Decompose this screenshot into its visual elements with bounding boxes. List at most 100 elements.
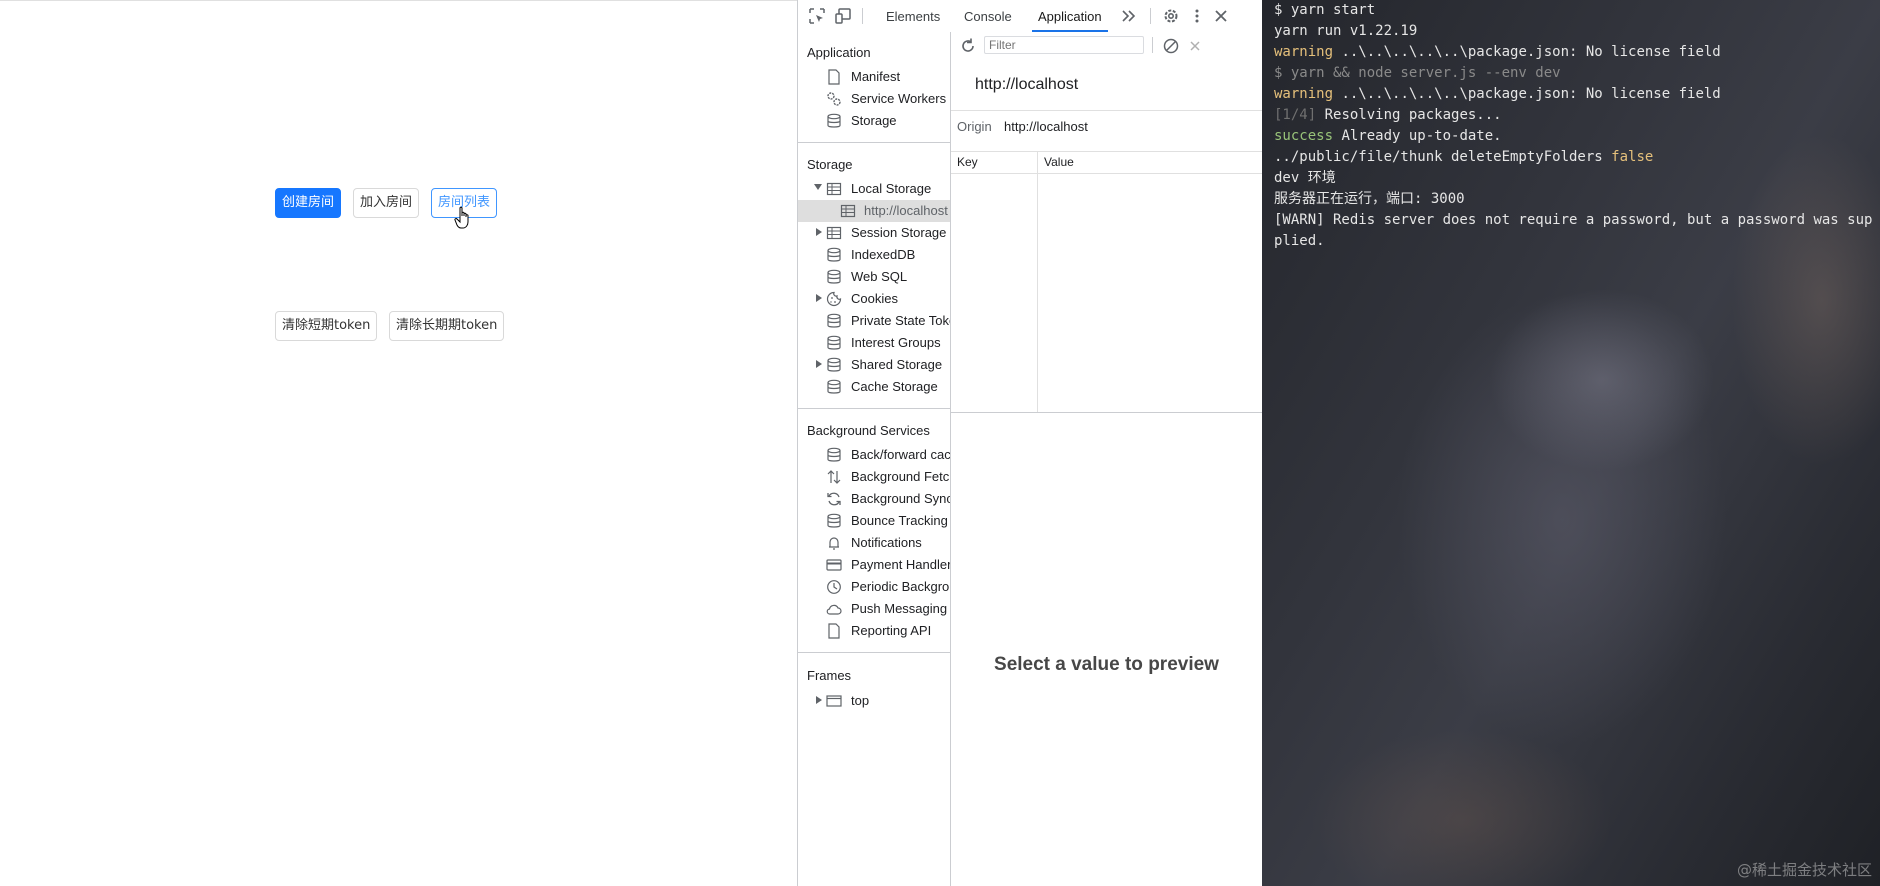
terminal-line: warning ..\..\..\..\..\package.json: No … <box>1274 42 1874 63</box>
warning-keyword: warning <box>1274 44 1334 60</box>
expand-arrow-icon[interactable] <box>816 294 822 302</box>
storage-toolbar <box>951 32 1262 60</box>
sidebar-item-background-fetch[interactable]: Background Fetch <box>798 466 950 488</box>
expand-arrow-icon[interactable] <box>816 360 822 368</box>
file-icon <box>828 69 840 85</box>
sidebar-item-label: Private State Tokens <box>851 313 950 328</box>
sidebar-item-background-sync[interactable]: Background Sync <box>798 488 950 510</box>
sidebar-item-indexeddb[interactable]: IndexedDB <box>798 244 950 266</box>
sidebar-item-manifest[interactable]: Manifest <box>798 66 950 88</box>
sidebar-item-label: Push Messaging <box>851 601 948 616</box>
clear-long-token-button[interactable]: 清除长期期token <box>389 311 505 341</box>
sidebar-item-label: Cache Storage <box>851 379 938 394</box>
sidebar-item-label: Storage <box>851 113 897 128</box>
filter-input[interactable] <box>984 36 1144 54</box>
cloud-icon <box>826 604 842 615</box>
local-storage-view: http://localhost Origin http://localhost… <box>951 32 1262 886</box>
sidebar-item-label: Background Sync <box>851 491 951 506</box>
sidebar-item-storage[interactable]: Storage <box>798 110 950 132</box>
sidebar-item-label: Interest Groups <box>851 335 941 350</box>
terminal-line: ../public/file/thunk deleteEmptyFolders … <box>1274 147 1874 168</box>
application-sidebar: Application Manifest Service Workers Sto… <box>798 32 951 886</box>
sidebar-item-label: Local Storage <box>851 181 932 196</box>
delete-selected-icon[interactable] <box>1186 37 1204 55</box>
sidebar-item-label: Back/forward cache <box>851 447 951 462</box>
sidebar-item-notifications[interactable]: Notifications <box>798 532 950 554</box>
step-counter: [1/4] <box>1274 107 1317 123</box>
terminal-line: $ yarn && node server.js --env dev <box>1274 65 1561 81</box>
sidebar-item-label: Reporting API <box>851 623 932 638</box>
cookie-icon <box>826 291 842 307</box>
tab-console[interactable]: Console <box>958 0 1018 32</box>
sidebar-item-label: IndexedDB <box>851 247 916 262</box>
web-page: 创建房间 加入房间 房间列表 清除短期token 清除长期期token <box>0 0 797 886</box>
sidebar-item-label: Payment Handler <box>851 557 951 572</box>
tab-elements[interactable]: Elements <box>880 0 946 32</box>
sidebar-item-shared-storage[interactable]: Shared Storage <box>798 354 950 376</box>
value-column-header[interactable]: Value <box>1044 155 1074 169</box>
false-keyword: false <box>1611 149 1654 165</box>
sidebar-item-label: Manifest <box>851 69 901 84</box>
sidebar-item-back-forward-cache[interactable]: Back/forward cache <box>798 444 950 466</box>
key-column-header[interactable]: Key <box>957 155 978 169</box>
device-toolbar-icon[interactable] <box>834 7 852 25</box>
success-keyword: success <box>1274 128 1334 144</box>
sidebar-item-web-sql[interactable]: Web SQL <box>798 266 950 288</box>
sidebar-item-reporting-api[interactable]: Reporting API <box>798 620 950 642</box>
preview-placeholder: Select a value to preview <box>994 654 1219 675</box>
up-down-arrows-icon <box>827 470 841 484</box>
sidebar-item-label: Periodic Background Sync <box>851 579 950 594</box>
sidebar-item-push-messaging[interactable]: Push Messaging <box>798 598 950 620</box>
clear-short-token-button[interactable]: 清除短期token <box>275 311 378 341</box>
origin-title: http://localhost <box>975 76 1079 93</box>
terminal-window[interactable]: $ yarn start yarn run v1.22.19 warning .… <box>1262 0 1880 886</box>
create-room-button[interactable]: 创建房间 <box>275 188 342 218</box>
sidebar-item-label: Web SQL <box>851 269 908 284</box>
terminal-line-rest: ..\..\..\..\..\package.json: No license … <box>1333 44 1721 60</box>
sidebar-item-interest-groups[interactable]: Interest Groups <box>798 332 950 354</box>
sidebar-item-label: Session Storage <box>851 225 947 240</box>
file-icon <box>828 623 840 639</box>
database-icon <box>827 113 841 128</box>
close-devtools-icon[interactable] <box>1212 7 1230 25</box>
sidebar-item-periodic-background-sync[interactable]: Periodic Background Sync <box>798 576 950 598</box>
devtools-toolbar: Elements Console Application <box>798 0 1262 33</box>
sidebar-item-local-storage-localhost[interactable]: http://localhost <box>798 200 950 222</box>
sidebar-item-cookies[interactable]: Cookies <box>798 288 950 310</box>
expand-arrow-icon[interactable] <box>816 696 822 704</box>
settings-gear-icon[interactable] <box>1162 7 1180 25</box>
refresh-icon[interactable] <box>959 37 977 55</box>
sidebar-item-payment-handler[interactable]: Payment Handler <box>798 554 950 576</box>
sidebar-item-label: Shared Storage <box>851 357 943 372</box>
sidebar-item-cache-storage[interactable]: Cache Storage <box>798 376 950 398</box>
sidebar-item-service-workers[interactable]: Service Workers <box>798 88 950 110</box>
sidebar-item-label: Background Fetch <box>851 469 951 484</box>
database-icon <box>827 335 841 350</box>
terminal-line: 服务器正在运行，端口: 3000 <box>1274 191 1465 207</box>
terminal-line: [WARN] Redis server does not require a p… <box>1274 212 1873 249</box>
sidebar-item-bounce-tracking[interactable]: Bounce Tracking <box>798 510 950 532</box>
terminal-line: dev 环境 <box>1274 170 1336 186</box>
watermark: @稀土掘金技术社区 <box>1736 861 1872 879</box>
devtools-panel: Elements Console Application Application… <box>797 0 1262 886</box>
join-room-button[interactable]: 加入房间 <box>353 188 420 218</box>
sidebar-item-frame-top[interactable]: top <box>798 690 950 712</box>
tab-application[interactable]: Application <box>1032 0 1108 32</box>
frame-window-icon <box>826 695 842 707</box>
database-icon <box>827 313 841 328</box>
table-icon <box>840 204 856 218</box>
terminal-line-rest: ..\..\..\..\..\package.json: No license … <box>1333 86 1721 102</box>
expand-arrow-icon[interactable] <box>814 184 822 190</box>
inspect-element-icon[interactable] <box>808 7 826 25</box>
sidebar-item-private-state-tokens[interactable]: Private State Tokens <box>798 310 950 332</box>
sidebar-item-local-storage[interactable]: Local Storage <box>798 178 950 200</box>
expand-arrow-icon[interactable] <box>816 228 822 236</box>
sidebar-item-label: http://localhost <box>864 203 948 218</box>
more-options-icon[interactable] <box>1188 7 1206 25</box>
section-title-storage: Storage <box>807 157 853 172</box>
more-tabs-icon[interactable] <box>1120 7 1138 25</box>
terminal-line-rest: Resolving packages... <box>1316 107 1502 123</box>
clear-all-icon[interactable] <box>1162 37 1180 55</box>
database-icon <box>827 447 841 462</box>
sidebar-item-session-storage[interactable]: Session Storage <box>798 222 950 244</box>
